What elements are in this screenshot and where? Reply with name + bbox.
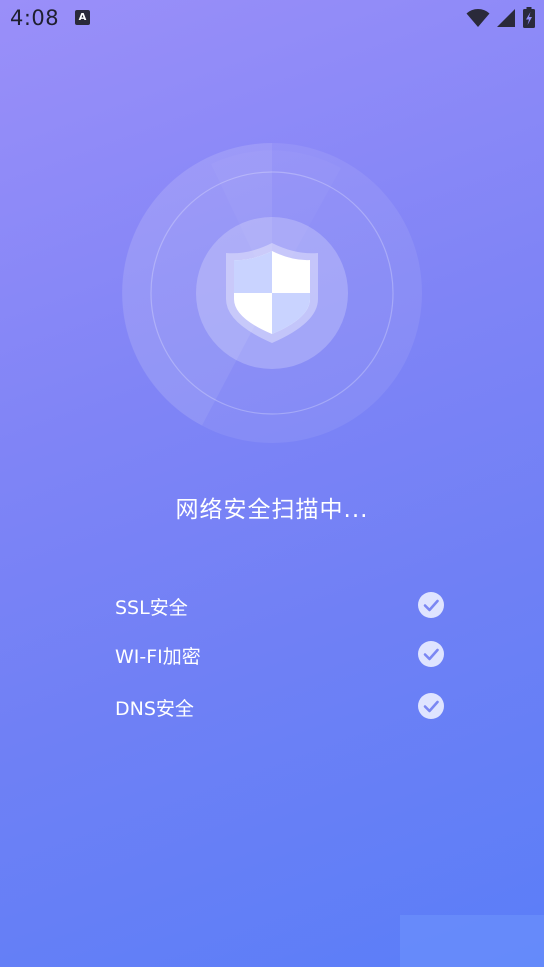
check-circle-icon [418, 641, 444, 667]
check-circle-icon [418, 592, 444, 618]
check-label: WI-FI加密 [115, 646, 201, 668]
battery-charging-icon [523, 7, 535, 28]
cellular-signal-icon [497, 9, 515, 27]
status-icons [466, 7, 536, 29]
corner-highlight [400, 915, 544, 967]
scan-status-title: 网络安全扫描中... [175, 497, 369, 523]
status-time: 4:08 [10, 6, 60, 30]
check-item-dns: DNS安全 [115, 689, 445, 723]
status-bar: 4:08 A [0, 0, 544, 38]
check-item-wifi: WI-FI加密 [115, 637, 445, 671]
check-label: DNS安全 [115, 698, 194, 720]
check-circle-icon [418, 693, 444, 719]
wifi-icon [466, 9, 490, 27]
check-item-ssl: SSL安全 [115, 588, 445, 622]
scan-progress-ring [122, 143, 422, 443]
notification-icon: A [75, 10, 90, 25]
check-label: SSL安全 [115, 597, 188, 619]
